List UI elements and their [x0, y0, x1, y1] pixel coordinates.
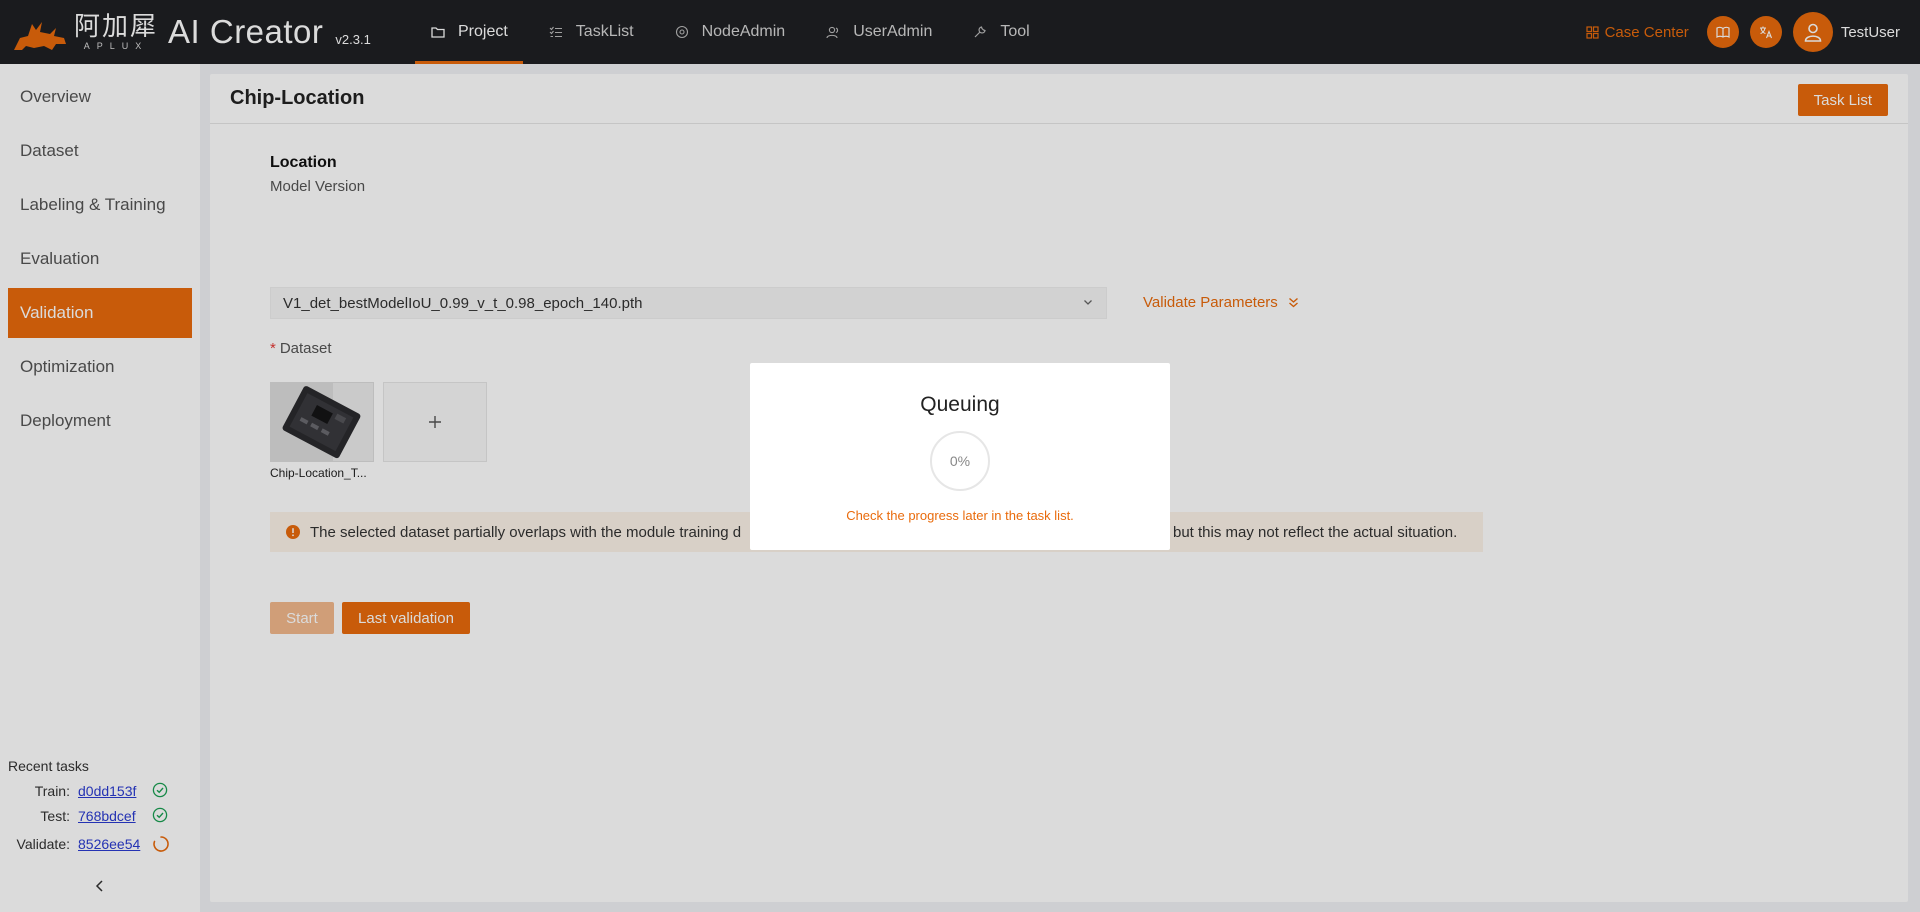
progress-hint: Check the progress later in the task lis… — [846, 508, 1074, 523]
modal-title: Queuing — [920, 393, 1000, 416]
progress-ring: 0% — [929, 430, 991, 492]
progress-percent: 0% — [949, 453, 971, 469]
queuing-modal: Queuing 0% Check the progress later in t… — [750, 363, 1170, 550]
